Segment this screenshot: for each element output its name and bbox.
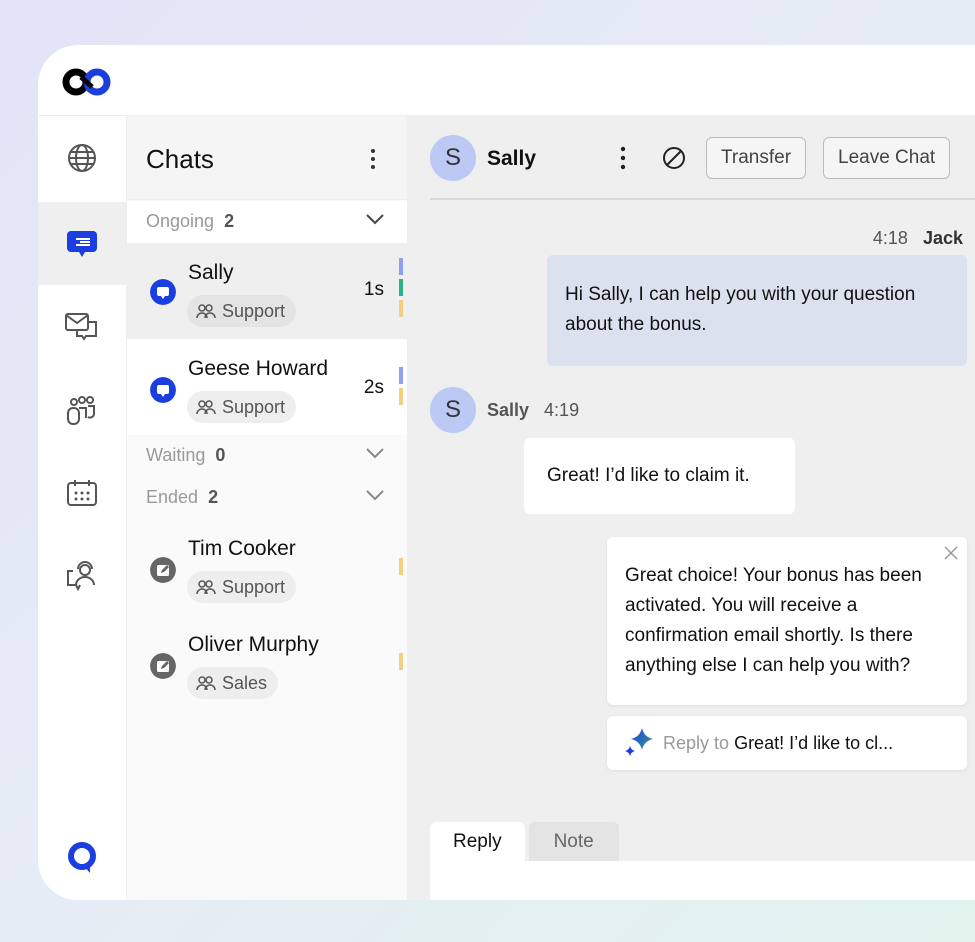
status-bar <box>399 258 403 275</box>
active-chat-icon <box>150 279 176 305</box>
chat-row-geese-howard[interactable]: Geese Howard Support 2s <box>127 339 407 435</box>
chat-time: 1s <box>363 279 384 300</box>
group-icon <box>196 580 216 595</box>
help-chat-button[interactable] <box>38 816 126 899</box>
status-bar <box>399 388 403 405</box>
sparkle-icon <box>625 728 653 756</box>
section-count: 2 <box>208 487 219 507</box>
calendar-icon <box>67 479 97 506</box>
customer-message: Great! I’d like to claim it. <box>524 438 795 514</box>
chat-name: Oliver Murphy <box>188 633 319 656</box>
chevron-down-icon[interactable] <box>365 447 385 459</box>
top-bar <box>38 45 975 116</box>
globe-icon <box>68 143 96 172</box>
status-bar <box>399 558 403 575</box>
more-options-icon[interactable] <box>370 148 376 170</box>
sidebar-nav <box>38 116 127 900</box>
tag-label: Sales <box>222 672 268 693</box>
ended-chat-icon <box>150 557 176 583</box>
section-count: 2 <box>224 211 235 231</box>
chat-list-panel: Chats Ongoing 2 Sally Support 1s Geese Ho… <box>127 116 407 900</box>
avatar: S <box>430 135 476 181</box>
chat-name: Tim Cooker <box>188 537 296 560</box>
message-author: Sally <box>487 400 530 420</box>
chat-list-title: Chats <box>146 144 214 174</box>
nav-teams[interactable] <box>38 368 126 451</box>
department-tag: Sales <box>187 667 279 699</box>
ended-chat-icon <box>150 653 176 679</box>
chat-row-tim-cooker[interactable]: Tim Cooker Support <box>127 519 407 615</box>
chat-icon <box>67 230 97 257</box>
ai-suggestions: Great choice! Your bonus has been activa… <box>607 537 967 770</box>
suggestion-text: Great choice! Your bonus has been activa… <box>625 565 922 676</box>
tab-note[interactable]: Note <box>528 822 619 862</box>
active-chat-icon <box>150 377 176 403</box>
section-label: Ended <box>146 487 199 507</box>
chat-bubble-logo-icon <box>68 841 96 873</box>
leave-chat-button[interactable]: Leave Chat <box>823 137 951 179</box>
chat-row-oliver-murphy[interactable]: Oliver Murphy Sales <box>127 615 407 711</box>
message-time: 4:18 <box>872 228 908 248</box>
chat-name: Geese Howard <box>188 357 329 380</box>
department-tag: Support <box>187 391 297 423</box>
reply-input[interactable] <box>430 861 975 900</box>
avatar: S <box>430 387 476 433</box>
message-time: 4:19 <box>544 400 580 420</box>
tag-label: Support <box>222 576 286 597</box>
tag-label: Support <box>222 396 286 417</box>
nav-messages[interactable] <box>38 285 126 368</box>
tab-reply[interactable]: Reply <box>430 822 525 862</box>
chat-header: S Sally Transfer Leave Chat <box>430 116 975 200</box>
nav-calendar[interactable] <box>38 451 126 534</box>
chat-name: Sally <box>188 261 234 284</box>
status-bar <box>399 367 403 384</box>
chat-panel: S Sally Transfer Leave Chat 4:18 Jack Hi… <box>407 116 975 900</box>
nav-agent[interactable] <box>38 534 126 617</box>
composer-tabs: Reply Note <box>430 822 619 862</box>
section-count: 0 <box>215 445 226 465</box>
department-tag: Support <box>187 295 297 327</box>
reply-prefix: Reply to <box>663 733 730 753</box>
reply-target: Great! I’d like to cl... <box>734 733 894 753</box>
contact-name: Sally <box>487 147 537 170</box>
status-bar <box>399 653 403 670</box>
team-icon <box>67 395 95 425</box>
department-tag: Support <box>187 571 297 603</box>
app-window: Chats Ongoing 2 Sally Support 1s Geese Ho… <box>38 45 975 900</box>
section-ongoing[interactable]: Ongoing 2 <box>127 201 407 243</box>
close-icon[interactable] <box>943 545 959 561</box>
status-bar <box>399 279 403 296</box>
brand-logo <box>62 68 111 96</box>
chat-list-header: Chats <box>127 116 407 200</box>
ai-suggestion-card[interactable]: Great choice! Your bonus has been activa… <box>607 537 967 705</box>
group-icon <box>196 400 216 415</box>
nav-globe[interactable] <box>38 116 126 199</box>
group-icon <box>196 304 216 319</box>
message-meta: 4:18 Jack <box>873 228 963 249</box>
section-label: Waiting <box>146 445 206 465</box>
section-label: Ongoing <box>146 211 215 231</box>
chevron-down-icon[interactable] <box>365 489 385 501</box>
section-waiting[interactable]: Waiting 0 <box>127 435 407 477</box>
agent-message: Hi Sally, I can help you with your quest… <box>547 255 967 366</box>
group-icon <box>196 676 216 691</box>
tag-label: Support <box>222 300 286 321</box>
status-bar <box>399 300 403 317</box>
chat-row-sally[interactable]: Sally Support 1s <box>127 243 407 339</box>
chevron-down-icon[interactable] <box>365 213 385 225</box>
nav-chats[interactable] <box>38 202 126 285</box>
agent-support-icon <box>67 560 95 591</box>
block-icon[interactable] <box>662 146 686 170</box>
message-meta: Sally 4:19 <box>487 400 579 421</box>
more-options-icon[interactable] <box>620 146 626 170</box>
mail-chat-icon <box>65 312 97 341</box>
chat-time: 2s <box>363 377 384 398</box>
section-ended[interactable]: Ended 2 <box>127 477 407 519</box>
transfer-button[interactable]: Transfer <box>706 137 807 179</box>
message-author: Jack <box>922 228 963 248</box>
reply-suggestion-button[interactable]: Reply to Great! I’d like to cl... <box>607 716 967 770</box>
